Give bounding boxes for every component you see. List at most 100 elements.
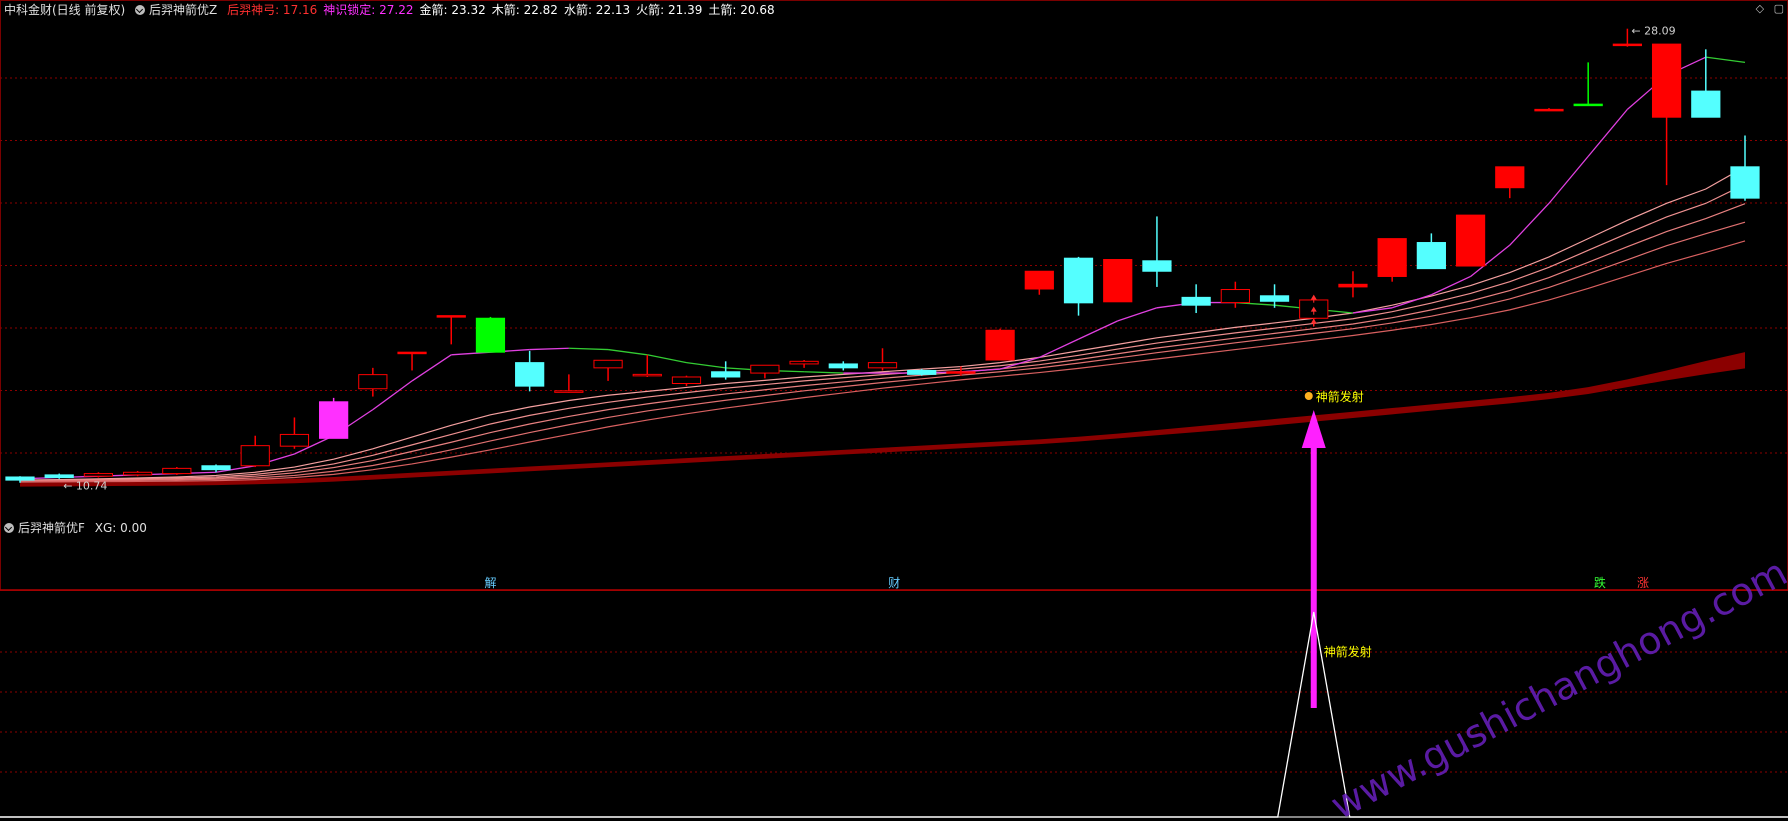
candle-body — [1063, 257, 1094, 304]
candle[interactable] — [515, 350, 545, 392]
candle-body — [593, 359, 623, 369]
candle-body — [1259, 295, 1290, 302]
candle[interactable] — [279, 417, 310, 449]
ribbon-line-0 — [19, 166, 1746, 481]
ribbon-line-2 — [19, 203, 1746, 482]
candle-body — [1181, 296, 1211, 306]
candle-body — [240, 445, 270, 467]
candle[interactable] — [436, 315, 466, 345]
candle[interactable] — [671, 375, 702, 387]
indicator-name[interactable]: 后羿神箭优Z — [135, 3, 217, 17]
candle-body — [946, 371, 976, 374]
candle-body — [1024, 270, 1054, 290]
candle[interactable] — [358, 367, 388, 397]
candle[interactable] — [1534, 108, 1564, 112]
candle-body — [907, 369, 937, 375]
indicator-value-5: 火箭: 21.39 — [636, 3, 703, 17]
candle[interactable] — [750, 364, 780, 379]
candle[interactable] — [632, 354, 662, 377]
candle[interactable] — [1495, 166, 1525, 199]
candle[interactable] — [907, 369, 937, 376]
candle[interactable] — [1377, 238, 1407, 282]
candle[interactable] — [1181, 284, 1211, 314]
ma-segment — [1509, 202, 1550, 246]
candle-body — [632, 373, 662, 377]
xg-readout: XG: 0.00 — [94, 521, 147, 535]
candle[interactable] — [1338, 271, 1368, 298]
candle[interactable] — [162, 467, 192, 475]
candle-body — [201, 465, 231, 471]
candle-body — [475, 317, 506, 353]
chart-stage: ← 28.09← 10.74神箭发射解财跌涨 神箭发射www.gushichan… — [0, 0, 1788, 821]
candle-body — [1573, 103, 1603, 107]
candle[interactable] — [1103, 259, 1133, 303]
candle-body — [1691, 90, 1721, 118]
ma-ribbon — [19, 166, 1746, 483]
ma-segment — [686, 361, 726, 369]
candle-body — [750, 364, 780, 374]
candle-body — [44, 474, 74, 479]
ma-segment — [607, 348, 648, 356]
candle[interactable] — [593, 359, 623, 381]
candle[interactable] — [1416, 233, 1446, 270]
candle[interactable] — [1691, 49, 1721, 118]
indicator-value-2: 金箭: 23.32 — [419, 3, 486, 17]
candle-body — [319, 401, 349, 439]
candle-body — [5, 476, 35, 481]
dropdown-icon[interactable] — [4, 523, 14, 533]
candle[interactable] — [1142, 216, 1172, 287]
indicator-value-4: 水箭: 22.13 — [563, 3, 631, 17]
candle[interactable] — [319, 397, 349, 439]
ma-segment — [411, 354, 452, 382]
ma-segment — [1548, 155, 1589, 204]
ma-segment — [568, 347, 609, 351]
ma-segment — [1705, 56, 1746, 64]
sub-header: 后羿神箭优F XG: 0.00 — [4, 520, 153, 536]
candle[interactable] — [554, 374, 584, 393]
signal-label-sub: 神箭发射 — [1324, 644, 1372, 659]
candle-body — [1730, 166, 1760, 199]
candle[interactable] — [711, 361, 741, 380]
candle-body — [1534, 108, 1564, 112]
stock-title[interactable]: 中科金财(日线 前复权) — [4, 3, 125, 17]
candle-body — [1651, 43, 1682, 118]
candle[interactable] — [1455, 214, 1486, 267]
candle[interactable] — [397, 351, 427, 371]
candle-body — [123, 471, 153, 476]
ma-segment — [529, 347, 569, 351]
diamond-icon[interactable]: ◇ — [1756, 2, 1764, 15]
candle[interactable] — [475, 316, 506, 353]
ribbon-line-1 — [19, 183, 1746, 482]
candle[interactable] — [789, 360, 819, 368]
candle[interactable] — [985, 328, 1015, 361]
candle-body — [1612, 43, 1642, 47]
bottom-mark-1: 财 — [888, 576, 900, 590]
candle[interactable] — [828, 361, 858, 371]
ma-segment — [1391, 294, 1432, 309]
candle[interactable] — [1024, 270, 1054, 295]
indicator-values: 后羿神弓: 17.16 神识锁定: 27.22 金箭: 23.32 木箭: 22.82… — [227, 3, 781, 17]
candle-body — [828, 363, 858, 369]
dropdown-icon[interactable] — [135, 5, 146, 15]
ma-segment — [804, 371, 844, 374]
candle-body — [1495, 166, 1525, 189]
candle-body — [515, 362, 545, 387]
sub-indicator-name[interactable]: 后羿神箭优F — [4, 521, 85, 535]
candle[interactable] — [1651, 43, 1682, 186]
candle[interactable] — [1730, 135, 1760, 201]
window-icon[interactable]: ▢ — [1774, 2, 1784, 15]
indicator-value-6: 土箭: 20.68 — [708, 3, 775, 17]
candle[interactable] — [1063, 256, 1094, 316]
candle-body — [436, 315, 466, 318]
candle-body — [1455, 214, 1486, 267]
candle-body — [985, 329, 1015, 361]
low-price-label: ← 10.74 — [63, 480, 107, 493]
indicator-value-0: 后羿神弓: 17.16 — [227, 3, 318, 17]
candle-body — [867, 362, 898, 369]
candle[interactable] — [240, 435, 270, 468]
candle-body — [1103, 259, 1133, 303]
candle-body — [1338, 283, 1368, 288]
candle[interactable] — [1573, 62, 1603, 107]
main-header: 中科金财(日线 前复权) 后羿神箭优Z 后羿神弓: 17.16 神识锁定: 27.… — [4, 2, 787, 18]
candle[interactable] — [867, 348, 898, 371]
